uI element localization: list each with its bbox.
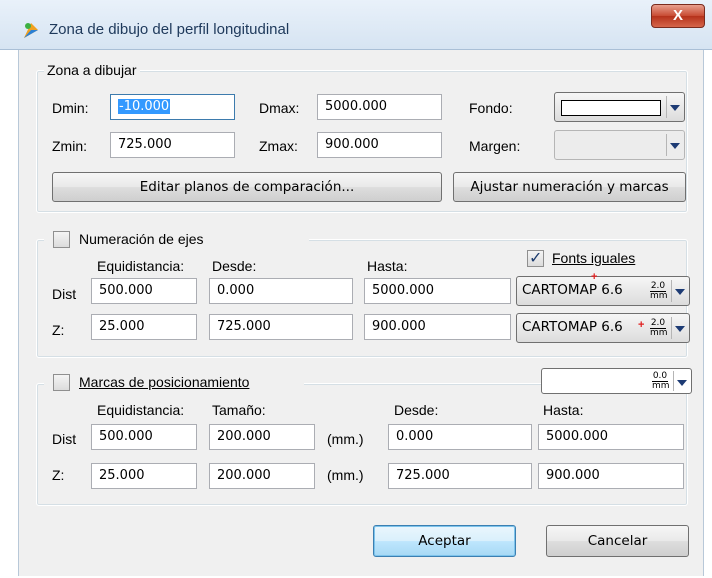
marcas-z-tamano-field[interactable]: 200.000 xyxy=(209,463,315,489)
dmax-label: Dmax: xyxy=(259,100,300,116)
marcas-label: Marcas de posicionamiento xyxy=(79,374,250,390)
cancelar-button[interactable]: Cancelar xyxy=(546,525,689,557)
fondo-color-select[interactable] xyxy=(554,92,685,122)
num-z-font-size: 2.0 mm xyxy=(650,318,668,338)
chevron-down-icon xyxy=(671,317,686,339)
fondo-label: Fondo: xyxy=(469,100,513,116)
dmin-field[interactable]: -10.000 xyxy=(110,94,235,120)
zmax-field[interactable]: 900.000 xyxy=(317,132,442,158)
num-col-equidistancia: Equidistancia: xyxy=(97,258,185,274)
margen-label: Margen: xyxy=(469,138,521,154)
num-z-hasta-field[interactable]: 900.000 xyxy=(364,314,511,340)
marcas-z-unit: (mm.) xyxy=(327,467,364,483)
marcas-dist-unit: (mm.) xyxy=(327,431,364,447)
marcas-row-z-label: Z: xyxy=(52,467,65,483)
num-dist-font-size: 2.0 mm xyxy=(650,281,668,301)
num-dist-font-select[interactable]: CARTOMAP 6.6 + 2.0 mm xyxy=(516,271,690,306)
marcas-col-hasta: Hasta: xyxy=(543,402,584,418)
crosshair-icon: + xyxy=(638,319,645,331)
dmax-field[interactable]: 5000.000 xyxy=(317,94,442,120)
numeracion-label: Numeración de ejes xyxy=(79,231,204,247)
dmin-label: Dmin: xyxy=(52,100,89,116)
marcas-size-select[interactable]: 0.0 mm xyxy=(541,368,692,394)
zmin-field[interactable]: 725.000 xyxy=(110,132,235,158)
marcas-col-desde: Desde: xyxy=(394,402,439,418)
dialog-window: Zona de dibujo del perfil longitudinal X… xyxy=(0,0,712,578)
close-button[interactable]: X xyxy=(651,4,705,28)
num-col-hasta: Hasta: xyxy=(367,258,408,274)
marcas-checkbox[interactable] xyxy=(53,374,70,391)
num-z-desde-field[interactable]: 725.000 xyxy=(209,314,353,340)
marcas-z-hasta-field[interactable]: 900.000 xyxy=(538,463,684,489)
fonts-iguales-label: Fonts iguales xyxy=(552,250,636,266)
margen-select[interactable] xyxy=(554,130,685,160)
window-title: Zona de dibujo del perfil longitudinal xyxy=(49,21,290,38)
num-col-desde: Desde: xyxy=(212,258,257,274)
fonts-iguales-checkbox[interactable] xyxy=(527,248,544,268)
dmin-value: -10.000 xyxy=(118,99,171,114)
num-dist-equidistancia-field[interactable]: 500.000 xyxy=(91,278,197,304)
num-z-font-select[interactable]: CARTOMAP 6.6 + 2.0 mm xyxy=(516,313,690,343)
marcas-col-tamano: Tamaño: xyxy=(212,402,266,418)
app-icon xyxy=(24,23,38,38)
zmax-label: Zmax: xyxy=(259,138,298,154)
marcas-row-dist-label: Dist xyxy=(52,431,77,447)
aceptar-button[interactable]: Aceptar xyxy=(373,525,516,557)
numeracion-legend: Numeración de ejes xyxy=(44,230,309,250)
num-dist-font-name: CARTOMAP 6.6 xyxy=(522,282,623,298)
chevron-down-icon xyxy=(666,96,681,118)
zona-legend: Zona a dibujar xyxy=(44,62,140,78)
num-row-dist-label: Dist xyxy=(52,286,77,302)
marcas-z-equidistancia-field[interactable]: 25.000 xyxy=(91,463,197,489)
crosshair-icon: + xyxy=(591,271,598,283)
fondo-color-swatch xyxy=(561,100,661,116)
chevron-down-icon xyxy=(666,134,681,156)
marcas-size: 0.0 mm xyxy=(652,371,670,391)
num-dist-hasta-field[interactable]: 5000.000 xyxy=(364,278,511,304)
numeracion-checkbox[interactable] xyxy=(53,231,70,248)
editar-planos-button[interactable]: Editar planos de comparación... xyxy=(52,172,442,202)
chevron-down-icon xyxy=(671,280,686,302)
zmin-label: Zmin: xyxy=(52,138,87,154)
marcas-col-equidistancia: Equidistancia: xyxy=(97,402,185,418)
marcas-z-desde-field[interactable]: 725.000 xyxy=(388,463,532,489)
chevron-down-icon xyxy=(673,371,688,391)
marcas-dist-equidistancia-field[interactable]: 500.000 xyxy=(91,424,197,450)
ajustar-numeracion-button[interactable]: Ajustar numeración y marcas xyxy=(453,172,686,202)
marcas-dist-hasta-field[interactable]: 5000.000 xyxy=(538,424,684,450)
num-z-equidistancia-field[interactable]: 25.000 xyxy=(91,314,197,340)
marcas-dist-tamano-field[interactable]: 200.000 xyxy=(209,424,315,450)
num-z-font-name: CARTOMAP 6.6 xyxy=(522,319,623,335)
title-bar[interactable]: Zona de dibujo del perfil longitudinal X xyxy=(0,0,712,50)
num-row-z-label: Z: xyxy=(52,322,65,338)
marcas-dist-desde-field[interactable]: 0.000 xyxy=(388,424,532,450)
num-dist-desde-field[interactable]: 0.000 xyxy=(209,278,353,304)
marcas-legend: Marcas de posicionamiento xyxy=(44,373,304,393)
dialog-body: Zona a dibujar Dmin: -10.000 Dmax: 5000.… xyxy=(18,50,704,576)
